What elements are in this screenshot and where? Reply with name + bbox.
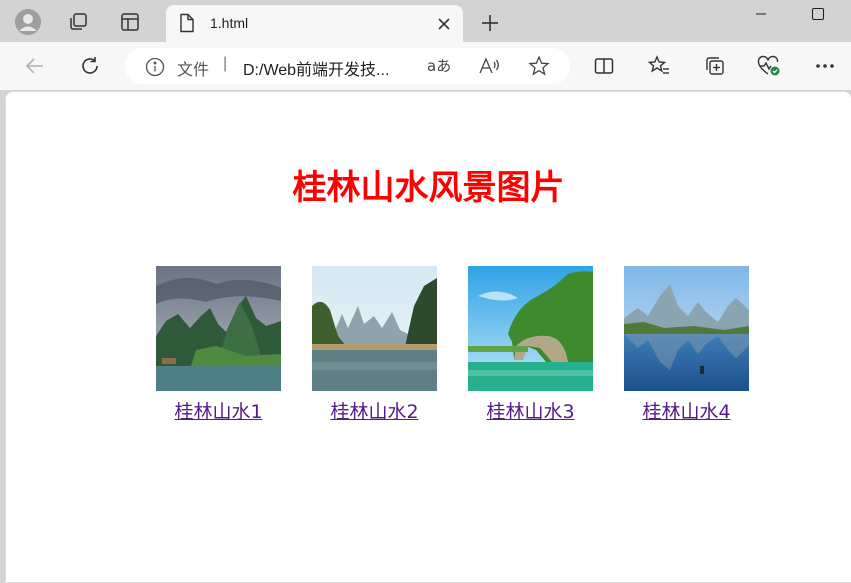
address-separator: |	[223, 55, 228, 72]
gallery-item-4: 桂林山水4	[624, 266, 749, 424]
heart-pulse-icon	[757, 55, 780, 76]
plus-icon	[482, 15, 498, 31]
gallery-item-2: 桂林山水2	[312, 266, 437, 424]
browser-essentials-button[interactable]	[752, 50, 786, 82]
settings-more-button[interactable]	[808, 50, 842, 82]
minimize-icon	[756, 13, 766, 15]
gallery-item-3: 桂林山水3	[468, 266, 593, 424]
collections-icon	[706, 57, 724, 75]
refresh-icon	[82, 57, 98, 74]
tab-strip: 1.html	[0, 0, 851, 42]
favorites-button[interactable]	[642, 50, 676, 82]
close-tab-icon[interactable]	[434, 14, 454, 34]
split-screen-button[interactable]	[587, 50, 621, 82]
gallery-link-1[interactable]: 桂林山水1	[156, 397, 281, 424]
address-bar[interactable]: 文件 | D:/Web前端开发技... aあ	[125, 48, 570, 84]
profile-avatar-icon	[15, 9, 41, 35]
read-aloud-icon[interactable]	[476, 54, 502, 78]
toolbar: 文件 | D:/Web前端开发技... aあ	[0, 42, 851, 90]
split-screen-icon	[594, 58, 614, 74]
site-info-icon[interactable]	[145, 57, 165, 82]
maximize-icon	[811, 7, 825, 21]
gallery-link-4[interactable]: 桂林山水4	[624, 397, 749, 424]
guilin-landscape-image-1[interactable]	[156, 266, 281, 391]
refresh-button[interactable]	[73, 50, 107, 82]
guilin-landscape-image-3[interactable]	[468, 266, 593, 391]
collections-button[interactable]	[698, 50, 732, 82]
tab-title: 1.html	[210, 15, 249, 31]
active-tab[interactable]: 1.html	[166, 5, 463, 42]
file-icon	[178, 13, 196, 38]
page-viewport: 桂林山水风景图片 桂林山水1 桂林山水2 桂林山水3 桂林山水4	[5, 91, 851, 583]
back-button[interactable]	[18, 50, 52, 82]
guilin-landscape-image-4[interactable]	[624, 266, 749, 391]
gallery-link-2[interactable]: 桂林山水2	[312, 397, 437, 424]
favorite-star-icon[interactable]	[526, 54, 552, 78]
page-heading: 桂林山水风景图片	[292, 168, 565, 208]
gallery-link-3[interactable]: 桂林山水3	[468, 397, 593, 424]
maximize-button[interactable]	[795, 0, 841, 28]
read-aloud-translate-icon[interactable]: aあ	[425, 54, 451, 78]
profile-button[interactable]	[10, 6, 46, 38]
favorites-list-icon	[648, 55, 669, 74]
gallery-item-1: 桂林山水1	[156, 266, 281, 424]
back-arrow-icon	[25, 58, 43, 74]
address-scheme-label: 文件	[177, 62, 210, 79]
address-url[interactable]: D:/Web前端开发技...	[243, 56, 389, 80]
new-tab-button[interactable]	[473, 8, 507, 38]
workspaces-button[interactable]	[60, 6, 96, 38]
tab-actions-button[interactable]	[112, 6, 148, 38]
svg-text:aあ: aあ	[427, 57, 450, 75]
workspaces-icon	[70, 13, 87, 30]
vertical-tabs-icon	[121, 13, 139, 31]
more-dots-icon	[816, 64, 834, 68]
guilin-landscape-image-2[interactable]	[312, 266, 437, 391]
minimize-button[interactable]	[738, 0, 784, 28]
